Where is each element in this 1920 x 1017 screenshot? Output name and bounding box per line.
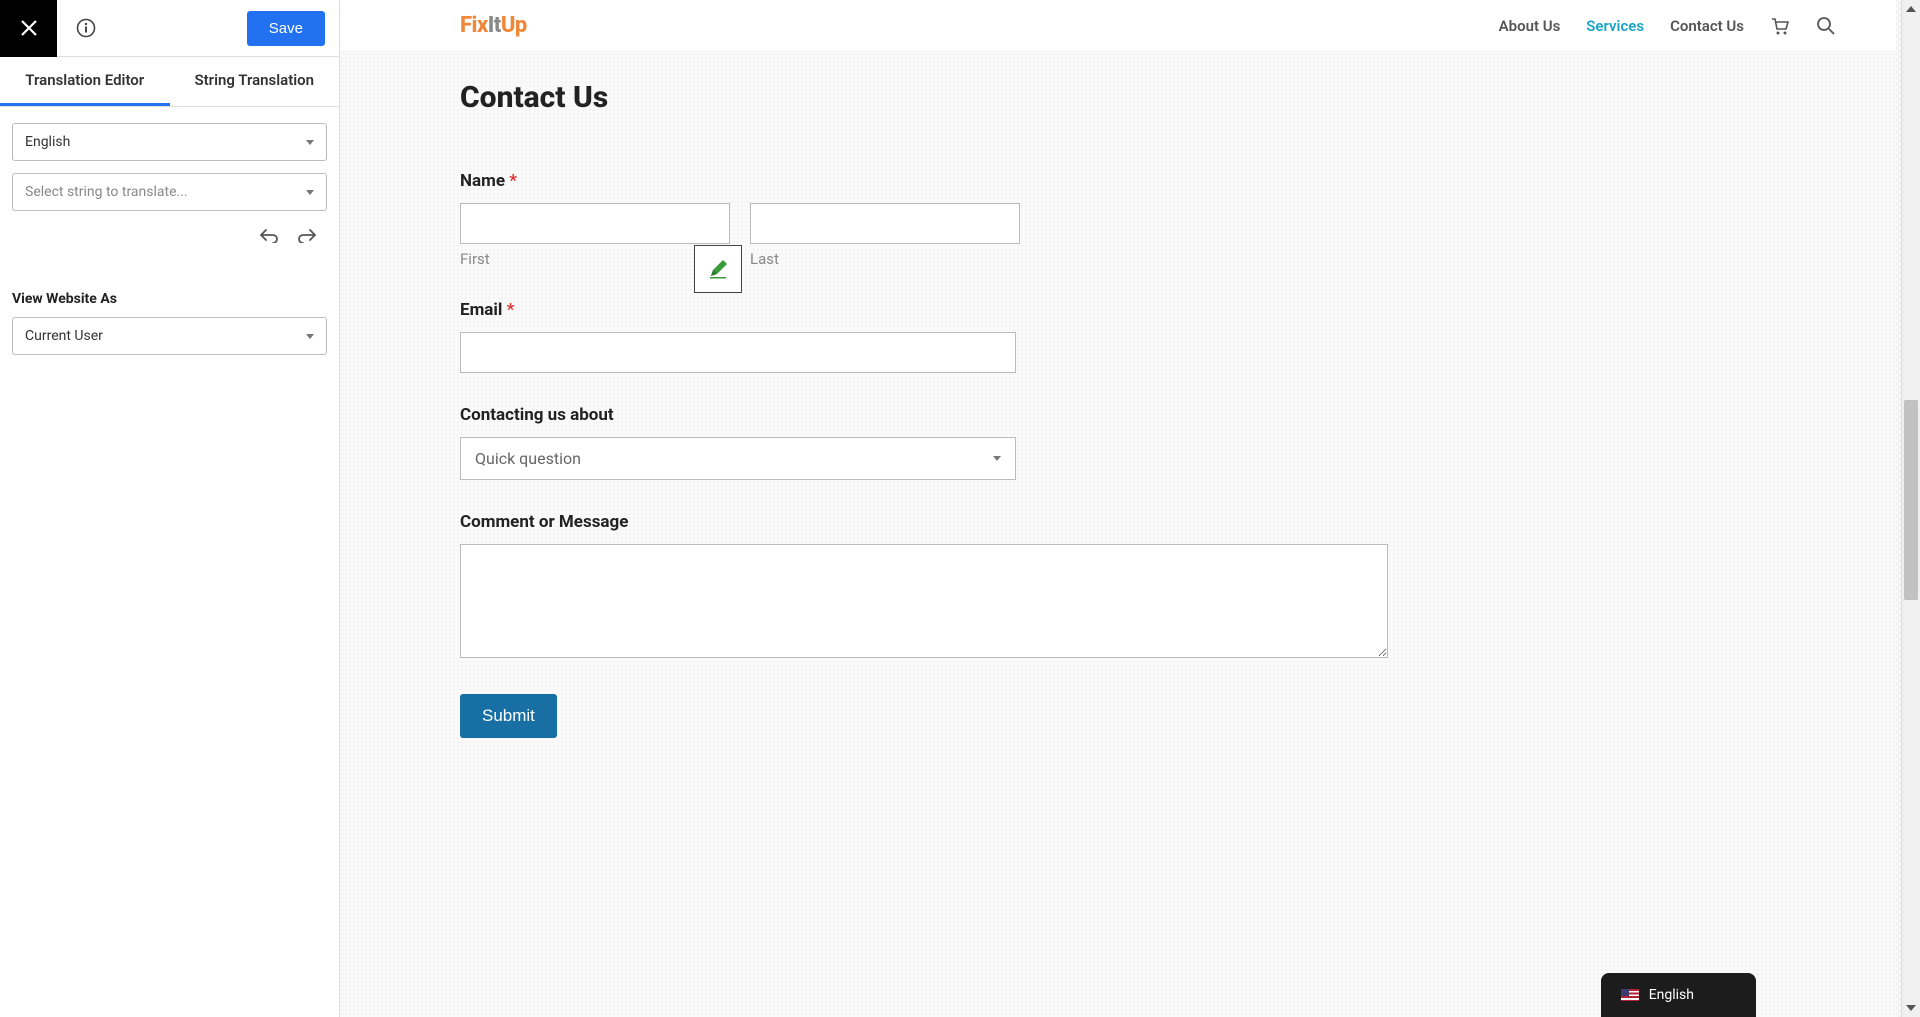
about-select[interactable]: Quick question [460,437,1016,480]
email-label: Email * [460,300,1776,320]
triangle-up-icon [1906,6,1916,12]
main-nav: About Us Services Contact Us [1499,16,1836,36]
chevron-down-icon [306,334,314,339]
undo-button[interactable] [259,227,279,247]
about-select-value: Quick question [475,449,581,468]
email-input[interactable] [460,332,1016,373]
message-textarea[interactable] [460,544,1388,658]
logo-part-2: It [488,13,501,38]
undo-icon [259,227,279,243]
info-icon [76,18,96,38]
page-title: Contact Us [460,80,1776,115]
chevron-down-icon [993,456,1001,461]
site-header: FixItUp About Us Services Contact Us [340,0,1896,52]
search-button[interactable] [1816,16,1836,36]
required-mark: * [509,171,517,191]
last-name-sublabel: Last [750,250,1020,268]
language-switcher-label: English [1649,987,1694,1003]
logo-part-1: Fix [460,13,488,38]
cart-button[interactable] [1770,16,1790,36]
nav-services[interactable]: Services [1586,17,1644,35]
edit-string-button[interactable] [694,245,742,293]
name-label: Name * [460,171,1776,191]
us-flag-icon [1621,989,1639,1001]
vertical-scrollbar[interactable] [1901,0,1920,1017]
scroll-up-button[interactable] [1902,0,1920,18]
last-name-input[interactable] [750,203,1020,244]
preview-panel: FixItUp About Us Services Contact Us Con… [340,0,1920,1017]
view-as-label: View Website As [0,273,339,317]
scroll-down-button[interactable] [1902,999,1920,1017]
nav-contact[interactable]: Contact Us [1670,17,1744,35]
message-label: Comment or Message [460,512,1776,532]
translation-sidebar: Save Translation Editor String Translati… [0,0,340,1017]
nav-about[interactable]: About Us [1499,17,1561,35]
first-name-sublabel: First [460,250,730,268]
scrollbar-thumb[interactable] [1904,400,1918,600]
first-name-input[interactable] [460,203,730,244]
name-label-text: Name [460,171,505,191]
string-select-placeholder: Select string to translate... [25,184,188,200]
view-as-value: Current User [25,328,103,344]
save-button[interactable]: Save [247,11,325,46]
page-content: Contact Us Name * First Last [340,52,1896,798]
language-select-value: English [25,134,70,150]
about-label: Contacting us about [460,405,1776,425]
redo-icon [297,227,317,243]
close-icon [20,19,38,37]
view-as-select[interactable]: Current User [12,317,327,355]
submit-button[interactable]: Submit [460,694,557,738]
chevron-down-icon [306,140,314,145]
info-button[interactable] [57,0,114,57]
language-switcher[interactable]: English [1601,973,1756,1017]
site-logo[interactable]: FixItUp [460,13,527,38]
tab-translation-editor[interactable]: Translation Editor [0,57,170,106]
logo-part-3: Up [501,13,527,38]
cart-icon [1770,16,1790,36]
redo-button[interactable] [297,227,317,247]
email-label-text: Email [460,300,502,320]
pencil-icon [707,258,729,280]
chevron-down-icon [306,190,314,195]
sidebar-top-bar: Save [0,0,339,57]
triangle-down-icon [1906,1005,1916,1011]
search-icon [1816,16,1836,36]
sidebar-tabs: Translation Editor String Translation [0,57,339,107]
language-select[interactable]: English [12,123,327,161]
close-button[interactable] [0,0,57,57]
required-mark: * [507,300,515,320]
string-select[interactable]: Select string to translate... [12,173,327,211]
tab-string-translation[interactable]: String Translation [170,57,340,106]
